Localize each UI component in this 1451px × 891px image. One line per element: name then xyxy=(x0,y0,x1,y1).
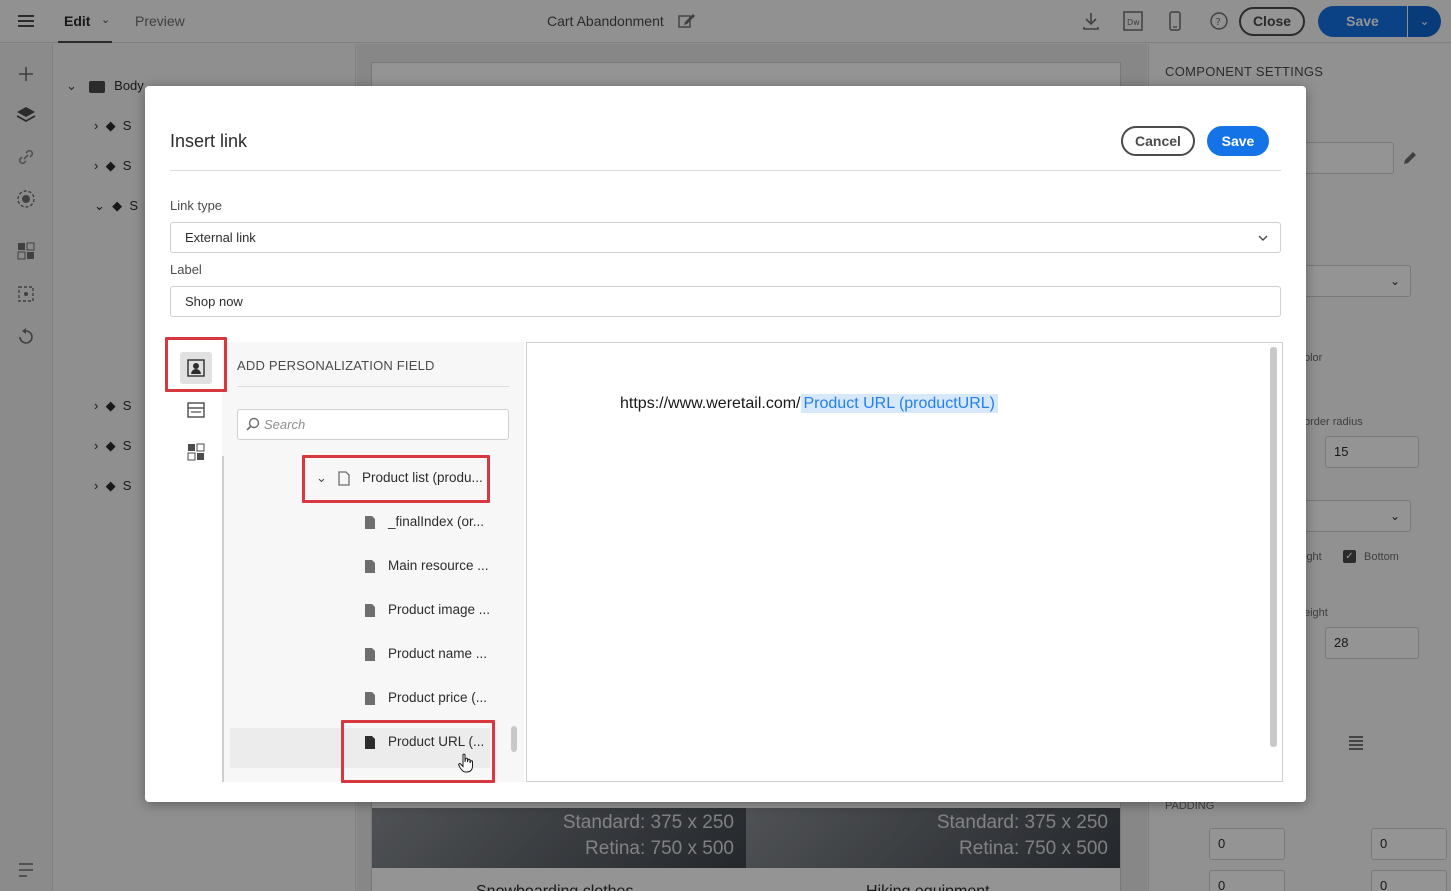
url-expression[interactable]: https://www.weretail.com/Product URL (pr… xyxy=(620,394,998,413)
link-type-value: External link xyxy=(185,230,256,245)
profile-card-icon xyxy=(187,359,205,377)
list-item[interactable]: Product price (... xyxy=(364,676,487,720)
search-icon xyxy=(246,417,260,431)
label-input[interactable]: Shop now xyxy=(170,286,1281,317)
content-blocks-button[interactable] xyxy=(180,394,212,426)
grid-icon xyxy=(187,443,205,461)
dialog-title: Insert link xyxy=(170,131,248,151)
fragments-button[interactable] xyxy=(180,436,212,468)
list-item[interactable]: Product name ... xyxy=(364,632,487,676)
personalization-field-list: ⌄ Product list (produ... _finalIndex (or.… xyxy=(222,456,506,782)
personalization-fields-button[interactable] xyxy=(180,352,212,384)
chevron-down-icon: ⌄ xyxy=(316,470,327,485)
document-icon xyxy=(365,559,375,573)
dialog-divider xyxy=(170,170,1281,171)
personalization-panel: ADD PERSONALIZATION FIELD Search ⌄ Produc… xyxy=(222,342,524,782)
label-input-value: Shop now xyxy=(185,294,243,309)
list-item[interactable]: Main resource ... xyxy=(364,544,489,588)
url-prefix: https://www.weretail.com/ xyxy=(620,395,801,412)
list-item-label: Product URL (... xyxy=(388,734,485,749)
document-icon xyxy=(338,471,350,486)
list-item-label: _finalIndex (or... xyxy=(388,514,485,529)
cancel-button[interactable]: Cancel xyxy=(1121,126,1195,156)
personalization-search-input[interactable]: Search xyxy=(237,409,509,440)
personalization-token[interactable]: Product URL (productURL) xyxy=(800,394,998,413)
document-icon xyxy=(365,735,375,749)
link-type-label: Link type xyxy=(170,198,223,213)
list-item[interactable]: _finalIndex (or... xyxy=(364,500,484,544)
editor-scrollbar[interactable] xyxy=(1270,347,1277,747)
panel-divider xyxy=(237,386,509,387)
document-icon xyxy=(365,647,375,661)
dialog-save-button[interactable]: Save xyxy=(1207,126,1269,156)
hand-cursor-icon xyxy=(458,753,473,773)
personalization-rail xyxy=(170,342,222,782)
list-item-label: Product price (... xyxy=(388,690,488,705)
list-item-label: Product name ... xyxy=(388,646,488,661)
list-item-label: Main resource ... xyxy=(388,558,489,573)
content-block-icon xyxy=(187,402,205,418)
list-item-label: Product list (produ... xyxy=(362,470,483,485)
link-type-select[interactable]: External link xyxy=(170,222,1281,253)
chevron-down-icon xyxy=(1258,235,1268,241)
label-field-label: Label xyxy=(170,262,202,277)
personalization-title: ADD PERSONALIZATION FIELD xyxy=(237,358,435,373)
list-scrollbar[interactable] xyxy=(511,726,517,752)
link-url-editor[interactable]: https://www.weretail.com/Product URL (pr… xyxy=(526,342,1283,782)
document-icon xyxy=(365,691,375,705)
list-item[interactable]: Product image ... xyxy=(364,588,490,632)
insert-link-dialog: Insert link Cancel Save Link type Extern… xyxy=(145,86,1306,802)
document-icon xyxy=(365,515,375,529)
list-item-product-list[interactable]: ⌄ Product list (produ... xyxy=(316,456,483,500)
list-guide-line xyxy=(222,456,224,782)
list-item-label: Product image ... xyxy=(388,602,491,617)
document-icon xyxy=(365,603,375,617)
